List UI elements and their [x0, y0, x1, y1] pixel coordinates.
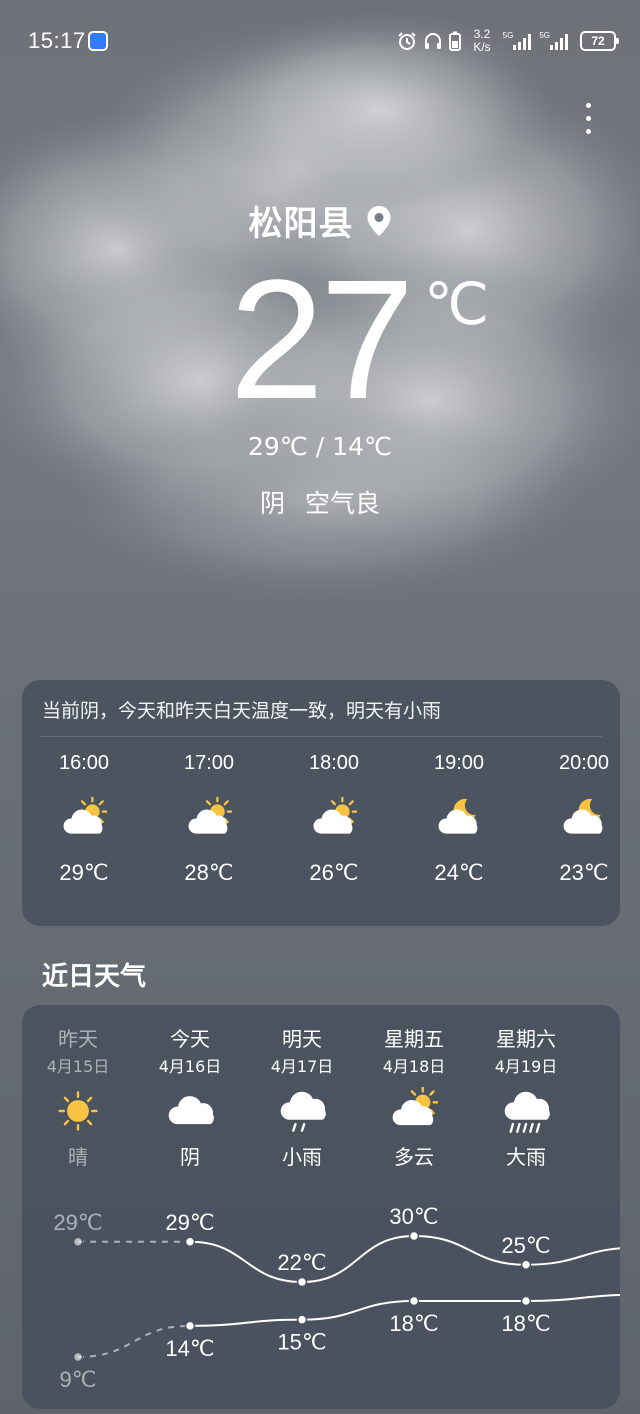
partly-sunny-icon — [154, 780, 264, 860]
high-temp-label: 30℃ — [389, 1204, 438, 1229]
hourly-item: 18:00 26℃ — [279, 752, 389, 886]
partly-sunny-icon — [279, 780, 389, 860]
hourly-summary: 当前阴，今天和昨天白天温度一致，明天有小雨 — [42, 700, 442, 722]
high-point — [296, 1276, 308, 1288]
cloudy-night-icon — [529, 780, 620, 860]
hour-time: 18:00 — [308, 752, 360, 774]
low-point — [72, 1351, 84, 1363]
high-point — [72, 1236, 84, 1247]
network-type-2: 5G — [539, 31, 550, 40]
battery-icon: 72 — [580, 31, 619, 51]
high-point — [184, 1236, 196, 1247]
hour-temperature: 26℃ — [309, 860, 359, 885]
status-bar: 15:17 3.2 K/s 5G 5G 72 — [0, 0, 640, 82]
signal-icon — [550, 34, 568, 50]
temperature-trend-chart: 29℃9℃29℃14℃22℃15℃30℃18℃25℃18℃2 — [53, 1204, 620, 1392]
high-point — [408, 1230, 420, 1242]
hour-temperature: 23℃ — [559, 860, 609, 885]
hour-time: 17:00 — [183, 752, 235, 774]
signal-icon — [513, 34, 532, 50]
high-temp-label: 29℃ — [165, 1210, 214, 1235]
hour-temperature: 28℃ — [184, 860, 234, 885]
headphones-icon — [425, 33, 442, 49]
daily-forecast-card[interactable]: 昨天 4月15日晴今天 4月16日阴明天 4月17日 小雨 星期五 4月18日 多云 星期六 4月… — [22, 1005, 620, 1409]
city-name: 松阳县 — [248, 204, 354, 244]
hour-temperature: 29℃ — [59, 860, 109, 885]
low-point — [520, 1295, 532, 1307]
hour-time: 20:00 — [558, 752, 610, 774]
low-temp-label: 15℃ — [277, 1330, 326, 1355]
battery-saver-icon — [449, 31, 462, 51]
hourly-forecast-card[interactable]: 当前阴，今天和昨天白天温度一致，明天有小雨 16:00 29℃ 17:00 28℃ 18… — [22, 680, 620, 926]
more-vertical-icon — [585, 102, 591, 108]
cloudy-night-icon — [404, 780, 514, 860]
status-icons: 3.2 K/s 5G 5G 72 — [397, 28, 619, 54]
hour-temperature: 24℃ — [434, 860, 484, 885]
network-speed: 3.2 K/s — [473, 28, 490, 54]
location-pin-icon — [367, 205, 390, 236]
network-speed-unit: K/s — [473, 40, 491, 54]
temperature-unit: ℃ — [424, 270, 490, 338]
location-row[interactable]: 松阳县 — [0, 196, 640, 245]
low-temp-label: 14℃ — [165, 1336, 214, 1361]
hourly-item: 16:00 29℃ — [29, 752, 139, 886]
low-point — [296, 1314, 308, 1325]
app-notification-icon — [88, 31, 108, 51]
high-temp-label: 22℃ — [277, 1250, 326, 1275]
hour-time: 16:00 — [58, 752, 110, 774]
alarm-icon — [398, 32, 417, 50]
high-temp-label: 25℃ — [501, 1233, 550, 1258]
more-menu-button[interactable] — [572, 96, 604, 140]
low-temp-label: 9℃ — [60, 1367, 97, 1392]
partly-sunny-icon — [29, 780, 139, 860]
temperature-value: 27 — [229, 245, 414, 435]
high-trend-line — [189, 1234, 620, 1284]
weather-condition: 阴 — [260, 489, 286, 518]
low-point — [408, 1295, 420, 1307]
hourly-item: 20:00 23℃ — [529, 752, 620, 886]
current-temperature: 27 — [0, 250, 640, 430]
high-temp-label: 29℃ — [53, 1210, 102, 1235]
status-time: 15:17 — [28, 28, 86, 53]
section-title: 近日天气 — [42, 962, 147, 992]
signal-1: 5G — [503, 32, 534, 50]
low-temp-label: 18℃ — [389, 1311, 438, 1336]
divider — [40, 736, 602, 737]
network-type-1: 5G — [502, 31, 514, 40]
low-point — [184, 1320, 196, 1332]
hourly-item: 19:00 24℃ — [404, 752, 514, 886]
air-quality[interactable]: 空气良 — [305, 489, 380, 518]
high-point — [520, 1259, 532, 1270]
hourly-item: 17:00 28℃ — [154, 752, 264, 886]
low-temp-label: 18℃ — [501, 1311, 550, 1336]
hour-time: 19:00 — [433, 752, 485, 774]
condition-row: 阴 空气良 — [0, 484, 640, 520]
battery-level: 72 — [591, 34, 605, 48]
signal-2: 5G — [539, 32, 570, 50]
high-low-temperature: 29℃ / 14℃ — [247, 432, 393, 461]
